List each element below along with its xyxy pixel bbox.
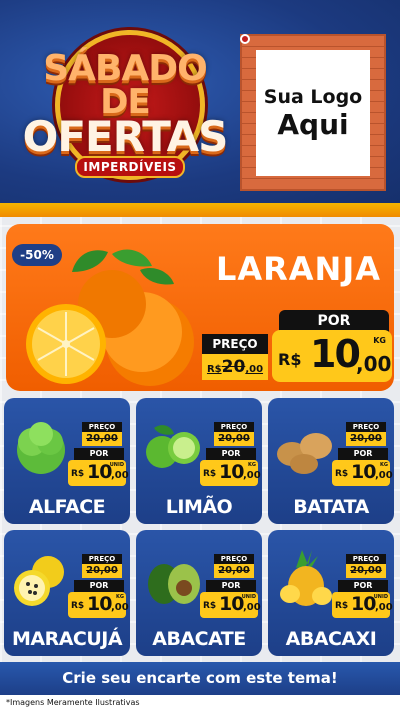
- new-price-label: POR: [338, 580, 388, 592]
- avocado-icon: [148, 564, 200, 604]
- new-price-label: POR: [206, 448, 256, 460]
- new-price-label: POR: [338, 448, 388, 460]
- featured-new-label: POR: [279, 310, 389, 332]
- price-dec: ,00: [243, 602, 261, 613]
- price-unit: KG: [380, 462, 388, 468]
- old-price: 20,00: [346, 432, 386, 446]
- logo-placeholder[interactable]: Sua Logo Aqui: [256, 50, 370, 176]
- product-name: MARACUJÁ: [11, 628, 123, 650]
- price-tag: R$ 10,00 UNID: [200, 592, 261, 618]
- price-dec: ,00: [375, 602, 393, 613]
- old-price-label: PREÇO: [82, 422, 122, 432]
- lettuce-icon: [17, 422, 65, 474]
- discount-badge: -50%: [12, 244, 62, 266]
- price-int: 10: [219, 593, 244, 615]
- price-dec: ,00: [243, 470, 261, 481]
- price-int: 10: [87, 593, 112, 615]
- featured-old-label: PREÇO: [202, 334, 268, 354]
- featured-product-name: LARANJA: [215, 250, 381, 288]
- product-name: BATATA: [293, 496, 369, 518]
- featured-old-dec: ,00: [245, 364, 264, 375]
- old-price: 20,00: [214, 564, 254, 578]
- product-card[interactable]: PREÇO 20,00 POR R$ 10,00 UNID ALFACE: [4, 398, 130, 524]
- price-dec: ,00: [111, 602, 129, 613]
- price-int: 10: [351, 593, 376, 615]
- price-tag: R$ 10,00 KG: [68, 592, 129, 618]
- price-int: 10: [219, 461, 244, 483]
- featured-old-int: 20: [221, 357, 246, 377]
- price-currency: R$: [335, 469, 349, 479]
- passion-fruit-icon: [14, 556, 64, 606]
- price-int: 10: [351, 461, 376, 483]
- pineapple-icon: [280, 550, 332, 606]
- product-card[interactable]: PREÇO 20,00 POR R$ 10,00 KG MARACUJÁ: [4, 530, 130, 656]
- product-name: ABACAXI: [285, 628, 377, 650]
- product-name: ABACATE: [152, 628, 246, 650]
- old-price: 20,00: [214, 432, 254, 446]
- featured-old-price: R$20,00: [202, 354, 268, 380]
- old-price: 20,00: [82, 432, 122, 446]
- lime-icon: [146, 425, 200, 468]
- disclaimer-text: *Imagens Meramente Ilustrativas: [0, 695, 400, 711]
- old-price-label: PREÇO: [346, 554, 386, 564]
- old-price-label: PREÇO: [346, 422, 386, 432]
- product-card[interactable]: PREÇO 20,00 POR R$ 10,00 UNID ABACAXI: [268, 530, 394, 656]
- old-price-label: PREÇO: [82, 554, 122, 564]
- featured-price-tag: R$ 10 ,00 KG: [272, 330, 392, 382]
- price-tag: R$ 10,00 KG: [200, 460, 261, 486]
- old-price: 20,00: [82, 564, 122, 578]
- price-unit: UNID: [373, 594, 388, 600]
- title-subtitle: IMPERDÍVEIS: [75, 156, 185, 178]
- featured-currency: R$: [278, 350, 302, 369]
- potato-icon: [277, 433, 332, 474]
- price-tag: R$ 10,00 KG: [332, 460, 393, 486]
- price-unit: UNID: [109, 462, 124, 468]
- featured-unit: KG: [373, 336, 386, 345]
- price-currency: R$: [335, 601, 349, 611]
- divider-stripe: [0, 203, 400, 217]
- price-int: 10: [87, 461, 112, 483]
- price-dec: ,00: [111, 470, 129, 481]
- old-price: 20,00: [346, 564, 386, 578]
- price-dec: ,00: [375, 470, 393, 481]
- featured-card[interactable]: LARANJA PREÇO R$20,00 POR R$ 10 ,00 KG: [6, 224, 394, 391]
- product-card[interactable]: PREÇO 20,00 POR R$ 10,00 KG LIMÃO: [136, 398, 262, 524]
- price-unit: UNID: [241, 594, 256, 600]
- logo-frame: Sua Logo Aqui: [240, 34, 386, 191]
- price-tag: R$ 10,00 UNID: [68, 460, 129, 486]
- featured-price-dec: ,00: [356, 352, 392, 376]
- pin-icon: [240, 34, 250, 44]
- price-tag: R$ 10,00 UNID: [332, 592, 393, 618]
- featured-price-int: 10: [310, 332, 361, 376]
- logo-text-line-1: Sua Logo: [263, 85, 363, 108]
- price-currency: R$: [203, 469, 217, 479]
- old-price-label: PREÇO: [214, 554, 254, 564]
- title-badge: SÁBADO DE OFERTAS IMPERDÍVEIS: [20, 30, 230, 190]
- new-price-label: POR: [74, 448, 124, 460]
- product-card[interactable]: PREÇO 20,00 POR R$ 10,00 KG BATATA: [268, 398, 394, 524]
- new-price-label: POR: [74, 580, 124, 592]
- old-price-label: PREÇO: [214, 422, 254, 432]
- price-currency: R$: [203, 601, 217, 611]
- product-name: LIMÃO: [165, 496, 233, 518]
- price-unit: KG: [116, 594, 124, 600]
- cta-banner[interactable]: Crie seu encarte com este tema!: [0, 662, 400, 695]
- price-currency: R$: [71, 469, 85, 479]
- logo-text-line-2: Aqui: [277, 107, 349, 141]
- price-unit: KG: [248, 462, 256, 468]
- price-currency: R$: [71, 601, 85, 611]
- product-name: ALFACE: [28, 496, 106, 518]
- featured-old-currency: R$: [206, 364, 222, 375]
- product-card[interactable]: PREÇO 20,00 POR R$ 10,00 UNID ABACATE: [136, 530, 262, 656]
- title-line-3: OFERTAS: [22, 112, 229, 161]
- new-price-label: POR: [206, 580, 256, 592]
